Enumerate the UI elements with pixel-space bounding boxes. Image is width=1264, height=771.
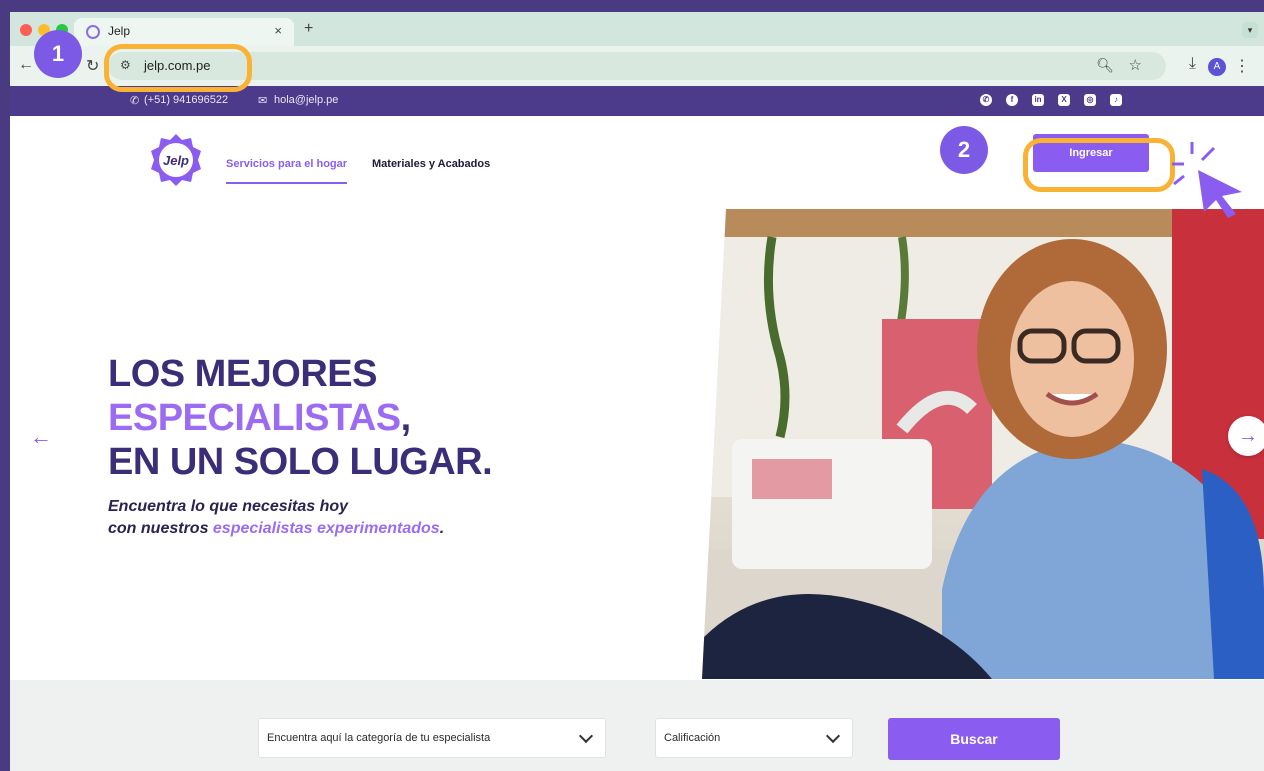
hero-photo	[702, 209, 1264, 679]
logo-text: Jelp	[163, 153, 189, 168]
browser-menu-icon[interactable]: ⋮	[1234, 56, 1250, 76]
category-select-label: Encuentra aquí la categoría de tu especi…	[267, 732, 491, 744]
headline-line-3: EN UN SOLO LUGAR.	[108, 441, 493, 483]
chevron-down-icon	[825, 728, 841, 744]
browser-tab[interactable]: Jelp ×	[74, 18, 294, 46]
login-highlight-frame	[1023, 138, 1175, 192]
phone-icon: ✆	[130, 95, 140, 107]
nav-materiales-acabados[interactable]: Materiales y Acabados	[372, 158, 490, 170]
tiktok-icon[interactable]: ♪	[1110, 94, 1122, 106]
step-2-badge: 2	[940, 126, 988, 174]
instagram-icon[interactable]: ◎	[1084, 94, 1096, 106]
step-1-badge: 1	[34, 30, 82, 78]
nav-servicios-hogar[interactable]: Servicios para el hogar	[226, 158, 348, 184]
jelp-logo[interactable]: Jelp	[148, 132, 204, 188]
hero-headline: LOS MEJORES ESPECIALISTAS, EN UN SOLO LU…	[108, 352, 493, 484]
tab-title: Jelp	[108, 24, 131, 38]
contact-email[interactable]: hola@jelp.pe	[274, 94, 338, 106]
download-icon[interactable]: ⤓	[1189, 55, 1196, 73]
contact-phone[interactable]: (+51) 941696522	[144, 94, 228, 106]
tab-close-button[interactable]: ×	[274, 23, 282, 38]
address-bar[interactable]: ⚙ jelp.com.pe 🔍︎ ☆	[108, 52, 1166, 80]
profile-avatar[interactable]: A	[1208, 58, 1226, 76]
headline-line-1: LOS MEJORES	[108, 353, 378, 395]
tab-search-icon[interactable]: ▾	[1242, 22, 1258, 38]
new-tab-button[interactable]: +	[304, 20, 313, 38]
back-arrow-icon[interactable]: ←	[18, 56, 34, 74]
search-band	[10, 680, 1264, 771]
category-select[interactable]: Encuentra aquí la categoría de tu especi…	[258, 718, 606, 758]
facebook-icon[interactable]: f	[1006, 94, 1018, 106]
browser-window: Jelp × + ▾ ← ↻ ⚙ jelp.com.pe 🔍︎ ☆ ⤓ A ⋮ …	[10, 12, 1264, 771]
click-cursor-icon	[1172, 142, 1242, 218]
chevron-down-icon	[578, 728, 594, 744]
reload-icon[interactable]: ↻	[86, 56, 99, 76]
url-highlight-frame	[104, 44, 252, 92]
close-window-button[interactable]	[20, 24, 32, 36]
mail-icon: ✉	[258, 95, 268, 107]
bookmark-star-icon[interactable]: ☆	[1129, 56, 1142, 74]
hero-subheadline: Encuentra lo que necesitas hoy con nuest…	[108, 498, 445, 537]
rating-select-label: Calificación	[664, 732, 721, 744]
favicon-icon	[86, 25, 100, 39]
rating-select[interactable]: Calificación	[655, 718, 853, 758]
carousel-next-arrow-icon[interactable]: →	[1228, 416, 1264, 456]
headline-line-2: ESPECIALISTAS,	[108, 397, 411, 439]
linkedin-icon[interactable]: in	[1032, 94, 1044, 106]
tab-strip: Jelp × + ▾	[10, 12, 1264, 46]
search-button[interactable]: Buscar	[888, 718, 1060, 760]
whatsapp-icon[interactable]: ✆	[980, 94, 992, 106]
x-twitter-icon[interactable]: X	[1058, 94, 1070, 106]
carousel-prev-arrow-icon[interactable]: ←	[30, 424, 52, 450]
zoom-icon[interactable]: 🔍︎	[1096, 57, 1114, 74]
